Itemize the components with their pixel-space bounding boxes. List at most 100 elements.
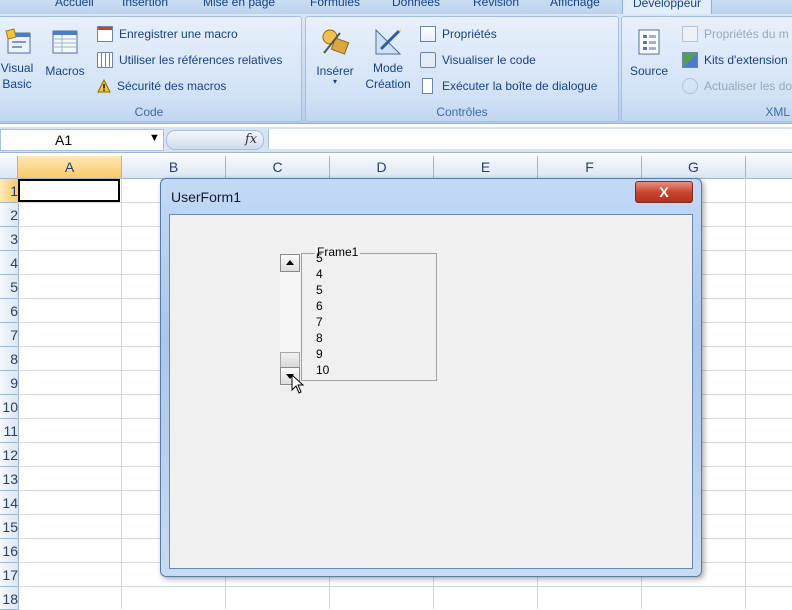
run-dialog-button[interactable]: Exécuter la boîte de dialogue [420, 77, 597, 95]
tab-formules[interactable]: Formules [310, 0, 360, 9]
row-header[interactable]: 10 [0, 395, 19, 419]
warning-icon [97, 79, 111, 93]
column-header-g[interactable]: G [642, 156, 746, 179]
column-header-d[interactable]: D [330, 156, 434, 179]
row-header[interactable]: 12 [0, 443, 19, 467]
visual-basic-icon [5, 28, 31, 54]
view-code-label: Visualiser le code [442, 53, 536, 67]
scroll-up-button[interactable] [280, 254, 300, 272]
xml-source-icon [638, 29, 660, 55]
row-header[interactable]: 11 [0, 419, 19, 443]
ribbon: Visual Basic Macros Enregistrer une macr… [0, 14, 792, 124]
relative-references-icon [97, 52, 113, 68]
row-header[interactable]: 6 [0, 299, 19, 323]
source-label: Source [629, 64, 669, 78]
tab-affichage[interactable]: Affichage [550, 0, 600, 9]
row-header[interactable]: 1 [0, 179, 19, 203]
tab-developpeur[interactable]: Développeur [622, 0, 713, 14]
insert-dropdown-icon: ▾ [332, 77, 337, 86]
group-code: Visual Basic Macros Enregistrer une macr… [0, 16, 302, 122]
row-header[interactable]: 3 [0, 227, 19, 251]
row-header[interactable]: 15 [0, 515, 19, 539]
refresh-data-icon [682, 78, 698, 94]
macro-security-button[interactable]: Sécurité des macros [97, 77, 226, 95]
list-item: 7 [316, 315, 323, 329]
record-macro-icon [97, 26, 113, 42]
expansion-packs-icon [682, 52, 698, 68]
name-box-dropdown-icon[interactable]: ▼ [149, 132, 160, 144]
view-code-button[interactable]: Visualiser le code [420, 51, 536, 69]
dialog-title: UserForm1 [171, 189, 242, 205]
row-header[interactable]: 16 [0, 539, 19, 563]
column-header-a[interactable]: A [18, 156, 122, 179]
gridline [18, 586, 792, 587]
insert-control-label: Insérer [316, 64, 354, 78]
row-header[interactable]: 4 [0, 251, 19, 275]
macro-security-label: Sécurité des macros [117, 79, 227, 93]
fx-icon[interactable]: fx [245, 132, 257, 147]
row-header[interactable]: 8 [0, 347, 19, 371]
close-button[interactable]: X [635, 181, 693, 203]
column-header-b[interactable]: B [122, 156, 226, 179]
list-item: 5 [316, 283, 323, 297]
refresh-data-button[interactable]: Actualiser les do [682, 77, 792, 95]
tab-insertion[interactable]: Insertion [122, 0, 168, 9]
tab-donnees[interactable]: Données [392, 0, 440, 9]
group-xml: Source Propriétés du m Kits d'extension … [621, 16, 792, 122]
value-list: 5 4 5 6 7 8 9 10 [316, 250, 329, 378]
macros-icon [52, 30, 78, 54]
row-header[interactable]: 5 [0, 275, 19, 299]
view-code-icon [420, 52, 436, 68]
design-mode-label: Mode Création [365, 61, 411, 91]
map-properties-label: Propriétés du m [704, 27, 789, 41]
row-header[interactable]: 2 [0, 203, 19, 227]
arrow-up-icon [286, 260, 294, 265]
userform-client-area: Frame1 5 4 5 6 7 8 9 10 [169, 214, 693, 569]
select-all-corner[interactable] [0, 156, 18, 179]
row-header[interactable]: 17 [0, 563, 19, 587]
tab-accueil[interactable]: Accueil [55, 0, 94, 9]
row-header[interactable]: 13 [0, 467, 19, 491]
formula-splitter[interactable]: fx [166, 130, 264, 150]
column-header-c[interactable]: C [226, 156, 330, 179]
list-item: 10 [316, 363, 330, 377]
column-header-f[interactable]: F [538, 156, 642, 179]
insert-control-button[interactable]: Insérer ▾ [310, 27, 360, 86]
visual-basic-button[interactable]: Visual Basic [0, 27, 37, 92]
vertical-scrollbar[interactable] [280, 254, 300, 386]
toolbox-icon [322, 29, 350, 55]
column-header-h[interactable] [746, 156, 792, 179]
macros-button[interactable]: Macros [41, 27, 89, 78]
refresh-data-label: Actualiser les do [704, 79, 792, 93]
run-dialog-icon [422, 78, 433, 94]
group-xml-label: XML [765, 105, 790, 119]
expansion-packs-button[interactable]: Kits d'extension [682, 51, 788, 69]
name-box[interactable]: A1 ▼ [0, 129, 164, 151]
properties-icon [420, 26, 436, 42]
scroll-thumb[interactable] [280, 352, 300, 368]
column-header-e[interactable]: E [434, 156, 538, 179]
map-properties-icon [682, 26, 698, 42]
record-macro-label: Enregistrer une macro [119, 27, 238, 41]
design-mode-button[interactable]: Mode Création [361, 27, 415, 92]
tab-mise-en-page[interactable]: Mise en page [203, 0, 275, 9]
group-code-label: Code [134, 105, 164, 119]
properties-button[interactable]: Propriétés [420, 25, 497, 43]
active-cell-a1[interactable] [18, 179, 120, 202]
group-controles-label: Contrôles [436, 105, 488, 119]
row-header[interactable]: 7 [0, 323, 19, 347]
relative-references-button[interactable]: Utiliser les références relatives [97, 51, 282, 69]
record-macro-button[interactable]: Enregistrer une macro [97, 25, 238, 43]
formula-bar: A1 ▼ fx [0, 127, 792, 153]
row-header[interactable]: 18 [0, 587, 19, 610]
row-header[interactable]: 14 [0, 491, 19, 515]
row-header[interactable]: 9 [0, 371, 19, 395]
visual-basic-label: Visual Basic [0, 61, 34, 91]
source-button[interactable]: Source [626, 27, 672, 78]
list-item: 5 [316, 251, 323, 265]
tab-revision[interactable]: Révision [473, 0, 519, 9]
relative-references-label: Utiliser les références relatives [119, 53, 283, 67]
map-properties-button[interactable]: Propriétés du m [682, 25, 789, 43]
properties-label: Propriétés [442, 27, 497, 41]
formula-input[interactable] [268, 129, 792, 149]
